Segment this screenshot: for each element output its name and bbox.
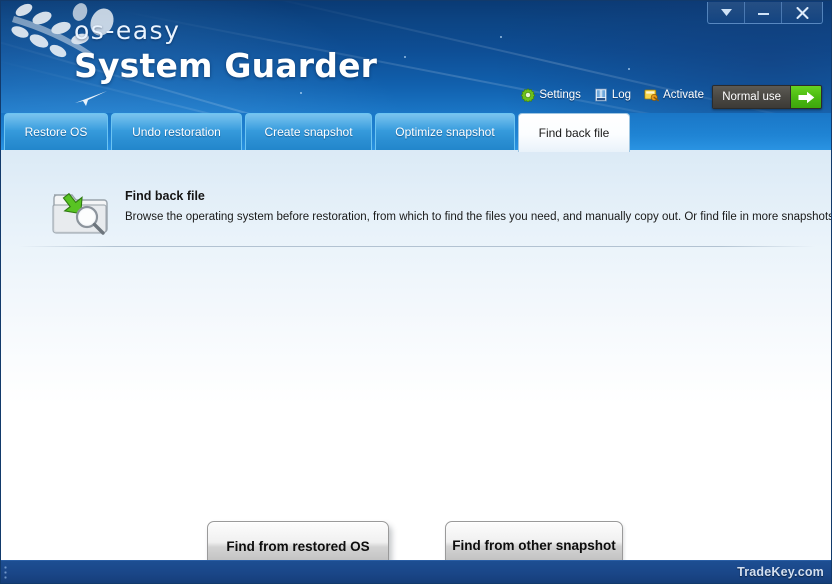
section-description: Browse the operating system before resto… — [125, 211, 832, 223]
tab-create-snapshot[interactable]: Create snapshot — [245, 113, 372, 150]
content-panel: Find back file Browse the operating syst… — [0, 150, 832, 560]
tab-label: Undo restoration — [132, 125, 221, 139]
application-window: os-easy System Guarder Settings Log Acti… — [0, 0, 832, 584]
close-icon — [796, 6, 808, 19]
log-document-icon — [594, 88, 607, 102]
section-divider — [19, 246, 815, 247]
brand-name-top: os-easy — [74, 16, 181, 45]
button-label: Find from other snapshot — [452, 538, 616, 553]
close-button[interactable] — [782, 2, 822, 23]
paper-plane-icon — [75, 91, 107, 106]
window-controls — [707, 2, 823, 24]
find-from-other-snapshot-button[interactable]: Find from other snapshot — [445, 521, 623, 560]
brand-name-main: System Guarder — [74, 46, 378, 85]
button-label: Find from restored OS — [226, 538, 370, 554]
section-header: Find back file Browse the operating syst… — [51, 183, 832, 235]
tab-label: Find back file — [538, 126, 610, 140]
mode-go-button[interactable] — [790, 86, 821, 108]
brand-logo: os-easy System Guarder — [74, 18, 377, 82]
section-text-block: Find back file Browse the operating syst… — [125, 183, 832, 223]
header-sparkle — [404, 56, 406, 58]
collapse-button[interactable] — [708, 2, 745, 23]
header-sparkle — [500, 36, 502, 38]
log-link[interactable]: Log — [594, 88, 631, 102]
collapse-icon — [720, 9, 732, 16]
header-sparkle — [300, 92, 302, 94]
minimize-icon — [757, 13, 769, 15]
watermark-label: TradeKey.com — [737, 565, 824, 579]
settings-label: Settings — [539, 89, 581, 101]
mode-switch-button[interactable]: Normal use — [712, 85, 822, 109]
arrow-right-icon — [798, 91, 814, 103]
header-links: Settings Log Activate — [521, 88, 704, 102]
app-header: os-easy System Guarder Settings Log Acti… — [0, 0, 832, 113]
settings-link[interactable]: Settings — [521, 88, 581, 102]
tab-restore-os[interactable]: Restore OS — [4, 113, 108, 150]
tab-label: Create snapshot — [264, 125, 353, 139]
log-label: Log — [611, 89, 632, 101]
status-bar: TradeKey.com — [0, 560, 832, 584]
minimize-button[interactable] — [745, 2, 782, 23]
section-title: Find back file — [125, 189, 205, 203]
activate-key-icon — [644, 89, 659, 102]
header-sparkle — [628, 68, 630, 70]
activate-link[interactable]: Activate — [644, 88, 704, 102]
tab-label: Optimize snapshot — [395, 125, 495, 139]
activate-label: Activate — [663, 89, 704, 101]
status-bar-grip — [4, 566, 9, 580]
mode-label: Normal use — [713, 86, 790, 108]
tab-bar: Restore OS Undo restoration Create snaps… — [0, 113, 832, 152]
tab-undo-restoration[interactable]: Undo restoration — [111, 113, 242, 150]
tab-label: Restore OS — [24, 125, 88, 139]
tab-find-back-file[interactable]: Find back file — [518, 113, 630, 152]
gear-icon — [521, 88, 536, 102]
folder-search-icon — [52, 192, 108, 235]
tab-optimize-snapshot[interactable]: Optimize snapshot — [375, 113, 515, 150]
find-from-restored-os-button[interactable]: Find from restored OS — [207, 521, 389, 560]
